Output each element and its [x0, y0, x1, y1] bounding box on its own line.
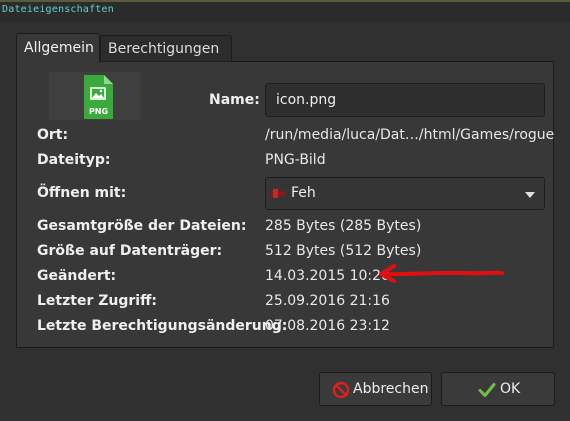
total-size-label: Gesamtgröße der Dateien: — [37, 218, 247, 234]
modified-value: 14.03.2015 10:20 — [265, 268, 390, 284]
location-label: Ort: — [37, 127, 69, 143]
total-size-value: 285 Bytes (285 Bytes) — [265, 218, 422, 234]
name-label: Name: — [209, 92, 260, 108]
last-access-label: Letzter Zugriff: — [37, 293, 158, 309]
tab-allgemein[interactable]: Allgemein — [16, 33, 100, 63]
cancel-icon — [332, 381, 350, 399]
name-input[interactable] — [265, 83, 545, 117]
open-with-label: Öffnen mit: — [37, 185, 127, 201]
permission-change-value: 07.08.2016 23:12 — [265, 318, 390, 334]
ok-button-label: OK — [500, 381, 521, 397]
location-value: /run/media/luca/Dat…/html/Games/rogue — [265, 127, 555, 143]
disk-size-label: Größe auf Datenträger: — [37, 243, 223, 259]
open-with-select[interactable]: Feh — [265, 177, 545, 210]
feh-app-icon — [271, 189, 285, 198]
last-access-value: 25.09.2016 21:16 — [265, 293, 390, 309]
ok-button[interactable]: OK — [441, 372, 555, 406]
file-icon-text: PNG — [89, 107, 108, 116]
disk-size-value: 512 Bytes (512 Bytes) — [265, 243, 422, 259]
cancel-button[interactable]: Abbrechen — [319, 372, 432, 406]
filetype-value: PNG-Bild — [265, 152, 326, 168]
cancel-button-label: Abbrechen — [353, 381, 429, 397]
tab-berechtigungen[interactable]: Berechtigungen — [100, 35, 232, 62]
modified-label: Geändert: — [37, 268, 117, 284]
window-titlebar[interactable]: Dateieigenschaften — [0, 0, 570, 22]
window-title: Dateieigenschaften — [2, 4, 114, 15]
red-arrow-annotation — [379, 264, 504, 283]
permission-change-label: Letzte Berechtigungsänderung: — [37, 318, 288, 334]
filetype-label: Dateityp: — [37, 152, 111, 168]
open-with-value: Feh — [291, 185, 316, 201]
checkmark-icon — [478, 383, 496, 397]
png-image-file-icon: PNG — [84, 75, 113, 119]
chevron-down-icon — [525, 192, 535, 198]
